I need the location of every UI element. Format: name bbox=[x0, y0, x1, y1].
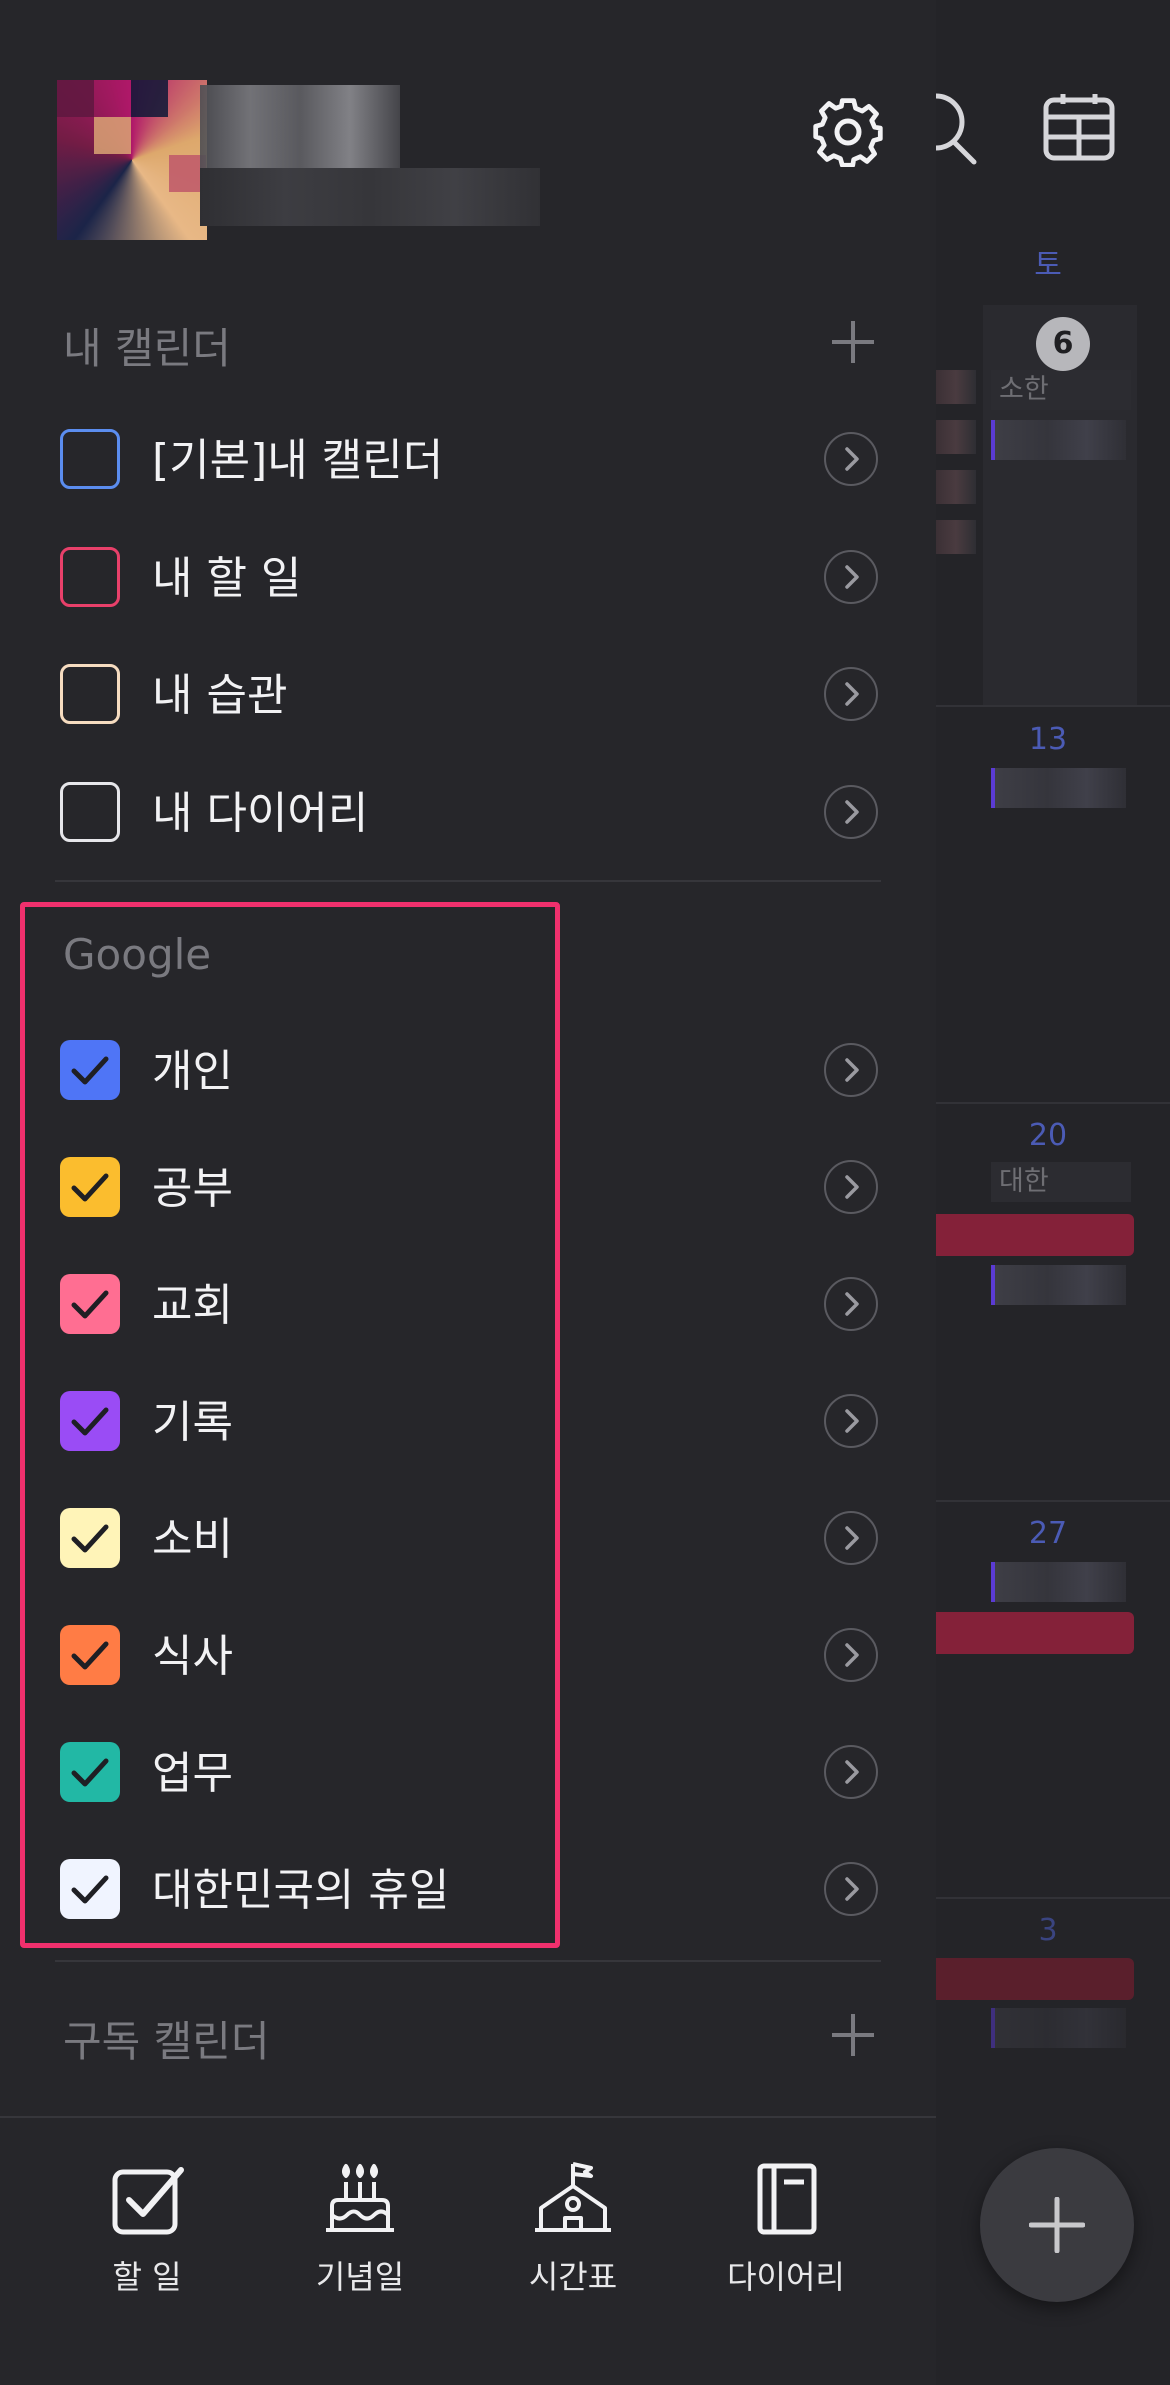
week-divider bbox=[936, 1500, 1170, 1502]
calendar-event[interactable] bbox=[991, 1562, 1126, 1602]
my-calendars-title: 내 캘린더 bbox=[63, 324, 231, 373]
calendar-detail-button[interactable] bbox=[824, 549, 878, 604]
today-date-badge[interactable]: 6 bbox=[1036, 317, 1090, 371]
calendar-detail-button[interactable] bbox=[824, 784, 878, 839]
calendar-detail-button[interactable] bbox=[824, 1043, 878, 1097]
calendar-detail-button[interactable] bbox=[824, 1511, 878, 1565]
day-number: 13 bbox=[1028, 722, 1068, 757]
chevron-right-icon bbox=[845, 1292, 859, 1316]
calendar-checkbox[interactable] bbox=[60, 546, 120, 607]
plus-icon bbox=[1029, 2197, 1085, 2253]
account-name bbox=[200, 85, 400, 170]
calendar-list-item[interactable]: 내 할 일 bbox=[0, 520, 936, 630]
tab-todo[interactable]: 할 일 bbox=[47, 2160, 247, 2298]
calendar-checkbox[interactable] bbox=[60, 429, 120, 489]
holiday-event-bar[interactable] bbox=[936, 1214, 1134, 1256]
add-event-fab[interactable] bbox=[980, 2148, 1134, 2302]
chevron-right-icon bbox=[845, 799, 859, 824]
gear-icon[interactable] bbox=[812, 95, 884, 167]
calendar-event[interactable] bbox=[991, 768, 1126, 808]
calendar-detail-button[interactable] bbox=[824, 667, 878, 721]
blurred-event bbox=[936, 370, 976, 404]
section-divider bbox=[55, 1960, 881, 1962]
chevron-right-icon bbox=[845, 1409, 859, 1433]
calendar-view-icon[interactable] bbox=[1043, 92, 1115, 162]
notebook-icon bbox=[757, 2163, 817, 2235]
calendar-name: 내 다이어리 bbox=[152, 787, 369, 839]
tab-anniversary[interactable]: 기념일 bbox=[260, 2160, 460, 2298]
add-subscription-button[interactable] bbox=[832, 2014, 874, 2056]
blurred-event bbox=[936, 520, 976, 554]
tab-timetable[interactable]: 시간표 bbox=[473, 2160, 673, 2298]
search-icon[interactable] bbox=[936, 90, 996, 170]
calendar-detail-button[interactable] bbox=[824, 432, 878, 486]
calendar-event[interactable] bbox=[991, 420, 1126, 460]
day-number: 27 bbox=[1028, 1516, 1068, 1551]
calendar-checkbox[interactable] bbox=[60, 664, 120, 724]
holiday-event-bar[interactable] bbox=[936, 1958, 1134, 2000]
add-calendar-button[interactable] bbox=[832, 321, 874, 363]
chevron-right-icon bbox=[845, 1760, 859, 1784]
holiday-label: 소한 bbox=[991, 370, 1131, 410]
checkbox-icon bbox=[112, 2167, 184, 2235]
tab-label: 기념일 bbox=[315, 2258, 405, 2296]
chevron-right-icon bbox=[845, 1058, 859, 1082]
weekday-label: 토 bbox=[1034, 248, 1062, 283]
google-section-highlight bbox=[20, 902, 560, 1948]
tab-label: 다이어리 bbox=[727, 2258, 845, 2296]
tab-label: 시간표 bbox=[528, 2258, 618, 2296]
chevron-right-icon bbox=[845, 564, 859, 589]
calendar-name: 내 습관 bbox=[152, 670, 288, 721]
account-email bbox=[200, 168, 540, 226]
calendar-detail-button[interactable] bbox=[824, 1628, 878, 1682]
app-screen: 토 소한 13 20 대한 27 3 6 내 캘린더 [기본]내 캘린더 내 할… bbox=[0, 0, 1170, 2385]
chevron-right-icon bbox=[845, 1526, 859, 1550]
blurred-event bbox=[936, 420, 976, 454]
side-drawer: 내 캘린더 [기본]내 캘린더 내 할 일내 습관 내 다이어리 Google 개인… bbox=[0, 0, 936, 2385]
calendar-detail-button[interactable] bbox=[824, 1277, 878, 1331]
chevron-right-icon bbox=[845, 682, 859, 706]
week-divider bbox=[936, 1897, 1170, 1899]
calendar-name: 내 할 일 bbox=[152, 552, 302, 604]
calendar-detail-button[interactable] bbox=[824, 1862, 878, 1916]
calendar-checkbox[interactable] bbox=[60, 781, 120, 842]
calendar-list-item[interactable]: [기본]내 캘린더 bbox=[0, 402, 936, 512]
cake-icon bbox=[326, 2164, 394, 2232]
calendar-list-item[interactable]: 내 다이어리 bbox=[0, 755, 936, 865]
tab-diary[interactable]: 다이어리 bbox=[686, 2160, 886, 2298]
week-divider bbox=[936, 1102, 1170, 1104]
subscribed-calendars-title: 구독 캘린더 bbox=[63, 2017, 270, 2066]
holiday-label: 대한 bbox=[991, 1162, 1131, 1202]
day-number: 20 bbox=[1028, 1118, 1068, 1153]
avatar[interactable] bbox=[57, 80, 207, 240]
chevron-right-icon bbox=[845, 447, 859, 471]
blurred-event bbox=[936, 470, 976, 504]
chevron-right-icon bbox=[845, 1175, 859, 1199]
chevron-right-icon bbox=[845, 1643, 859, 1667]
holiday-event-bar[interactable] bbox=[936, 1612, 1134, 1654]
calendar-detail-button[interactable] bbox=[824, 1394, 878, 1448]
day-number: 3 bbox=[1038, 1913, 1058, 1948]
calendar-event[interactable] bbox=[991, 1265, 1126, 1305]
calendar-name: [기본]내 캘린더 bbox=[152, 435, 444, 486]
school-icon bbox=[535, 2162, 611, 2232]
week-divider bbox=[936, 705, 1170, 707]
calendar-list-item[interactable]: 내 습관 bbox=[0, 637, 936, 747]
calendar-detail-button[interactable] bbox=[824, 1160, 878, 1214]
section-divider bbox=[55, 880, 881, 882]
chevron-right-icon bbox=[845, 1877, 859, 1901]
calendar-detail-button[interactable] bbox=[824, 1745, 878, 1799]
tab-label: 할 일 bbox=[112, 2258, 182, 2296]
calendar-event[interactable] bbox=[991, 2008, 1126, 2048]
